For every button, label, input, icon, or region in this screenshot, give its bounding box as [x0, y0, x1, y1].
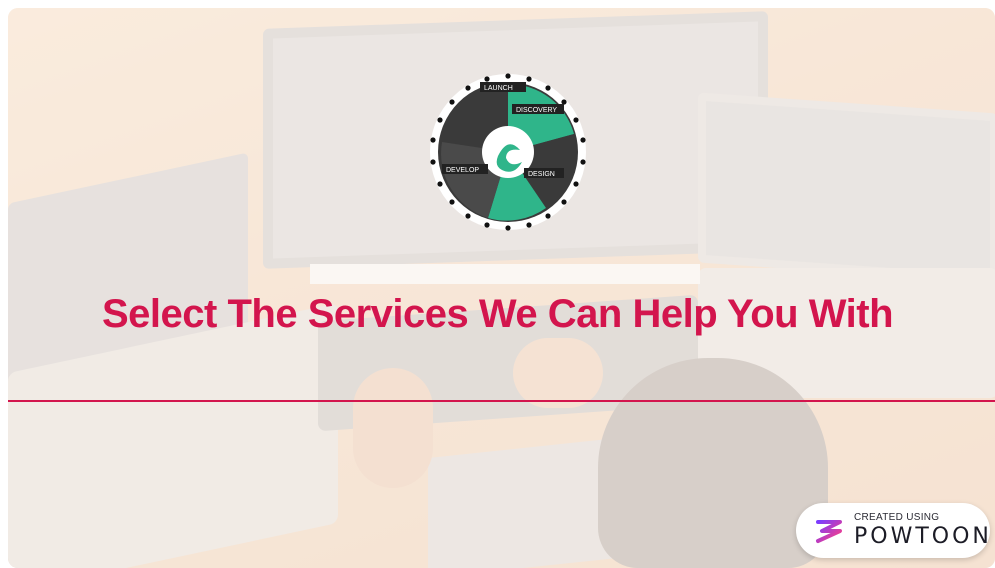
powtoon-watermark-badge[interactable]: CREATED USING POWTOON: [796, 503, 990, 558]
watermark-created-using: CREATED USING: [854, 512, 940, 523]
logo-wheel-icon: LAUNCH DISCOVERY DEVELOP DESIGN: [430, 73, 586, 231]
logo-label-discovery: DISCOVERY: [516, 107, 557, 114]
accent-divider-line: [8, 400, 995, 402]
title-highlight-bar: [310, 264, 700, 284]
powtoon-logo-icon: [812, 514, 846, 548]
slide-headline: Select The Services We Can Help You With: [102, 292, 894, 336]
slide-frame: LAUNCH DISCOVERY DEVELOP DESIGN Select T…: [0, 0, 995, 568]
logo-label-design: DESIGN: [528, 171, 555, 178]
logo-label-develop: DEVELOP: [446, 167, 479, 174]
logo-label-launch: LAUNCH: [484, 85, 513, 92]
company-logo: LAUNCH DISCOVERY DEVELOP DESIGN: [428, 72, 588, 232]
watermark-brand: POWTOON: [854, 524, 992, 549]
